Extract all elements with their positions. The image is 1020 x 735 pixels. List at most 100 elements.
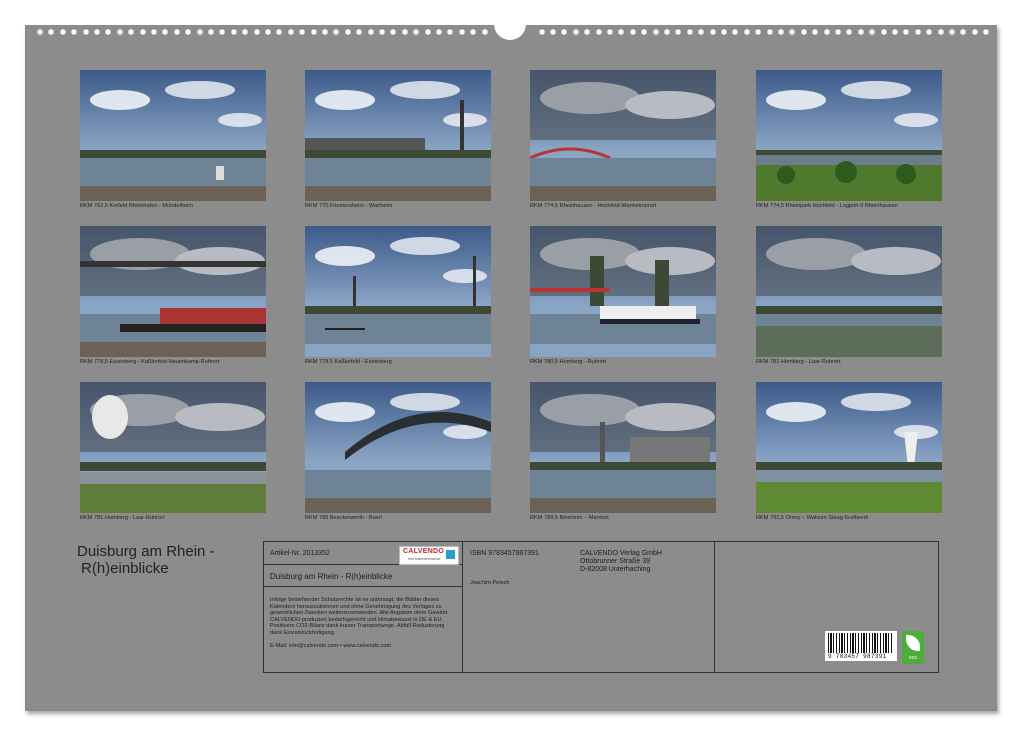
calvendo-logo: CALVENDO Ihre Kalendermacher: [399, 546, 459, 565]
binding-hole: [390, 29, 397, 35]
binding-hole: [230, 29, 237, 35]
binding-hole: [128, 29, 135, 35]
binding-hole: [322, 29, 328, 35]
publisher-city: D-82008 Unterhaching: [580, 566, 651, 573]
binding-hole: [436, 29, 442, 35]
barcode-number: 9 783457 987391: [828, 653, 887, 660]
binding-hole: [618, 29, 625, 35]
binding-hole: [208, 29, 214, 35]
binding-hole: [94, 29, 100, 35]
calendar-title-line-1: Duisburg am Rhein -: [77, 543, 215, 560]
binding-hole: [903, 29, 910, 35]
binding-hole: [960, 29, 967, 35]
binding-hole: [219, 29, 226, 35]
binding-hole: [71, 29, 78, 35]
isbn: ISBN 9783457987391: [470, 550, 539, 557]
eco-badge: eco: [902, 631, 924, 664]
binding-hole: [892, 29, 898, 35]
binding-hole: [185, 29, 192, 35]
binding-hole: [550, 29, 556, 35]
binding-hole: [869, 29, 876, 35]
publisher-street: Ottobrunner Straße 39: [580, 558, 651, 565]
binding-hole: [949, 29, 955, 35]
photo-caption: RKM 762,5 Krefeld Rheinhafen - Mündelhei…: [80, 203, 193, 209]
eco-label: eco: [908, 655, 918, 661]
binding-hole: [914, 29, 921, 35]
legal-text: Infolge bestehender Schutzrechte ist es …: [270, 597, 449, 636]
photo-caption: RKM 785 Beeckerwerth - Baerl: [305, 515, 383, 521]
binding-hole: [778, 29, 784, 35]
binding-hole: [664, 29, 670, 35]
binding-hole: [265, 29, 271, 35]
binding-hole: [721, 29, 727, 35]
binding-hole: [926, 29, 933, 35]
binding-hole: [401, 29, 408, 35]
binding-hole: [937, 29, 944, 35]
logo-text: CALVENDO: [403, 548, 445, 555]
calendar-photo: [756, 70, 942, 201]
calendar-photo: [530, 70, 716, 201]
calendar-title-line-2: R(h)einblicke: [81, 560, 169, 577]
binding-hole: [356, 29, 363, 35]
author: Joachim Petsch: [470, 580, 510, 586]
binding-hole: [584, 29, 591, 35]
binding-hole: [561, 29, 568, 35]
binding-hole: [447, 29, 454, 35]
calendar-title: Duisburg am Rhein - R(h)einblicke: [77, 543, 277, 577]
binding-hole: [857, 29, 864, 35]
binding-hole: [242, 29, 249, 35]
logo-flag-icon: [446, 550, 455, 559]
binding-hole: [686, 29, 693, 35]
binding-hole: [173, 29, 180, 35]
binding-hole: [812, 29, 819, 35]
binding-hole: [379, 29, 385, 35]
calendar-photo: [530, 382, 716, 513]
binding-hole: [470, 29, 477, 35]
photo-caption: RKM 780,5 Homberg - Ruhrort: [530, 359, 607, 365]
hanger-notch: [494, 22, 526, 40]
binding-hole: [800, 29, 807, 35]
binding-hole: [37, 29, 43, 35]
binding-hole: [310, 29, 317, 35]
binding-hole: [299, 29, 306, 35]
binding-hole: [675, 29, 682, 35]
binding-hole: [732, 29, 739, 35]
calendar-photo: [305, 70, 491, 201]
binding-hole: [755, 29, 762, 35]
binding-hole: [709, 29, 716, 35]
binding-hole: [276, 29, 283, 35]
binding-hole: [413, 29, 420, 35]
photo-caption: RKM 774,5 Rheinhausen - Hochfeld-Wanheim…: [530, 203, 657, 209]
leaf-icon: [906, 635, 920, 651]
photo-caption: RKM 792,5 Orsoy – Walsum Steag-Kraftwerk: [756, 515, 869, 521]
photo-caption: RKM 774,5 Rheinpark Hochfeld - Logport I…: [756, 203, 898, 209]
binding-hole: [538, 29, 545, 35]
binding-hole: [196, 29, 203, 35]
photo-caption: RKM 788,5 Binsheim – Marxloh: [530, 515, 609, 521]
binding-hole: [253, 29, 260, 35]
calendar-photo: [756, 382, 942, 513]
binding-hole: [59, 29, 66, 35]
binding-hole: [983, 29, 990, 35]
binding-hole: [743, 29, 750, 35]
calendar-back-page: RKM 762,5 Krefeld Rheinhafen - Mündelhei…: [25, 22, 997, 711]
binding-hole: [789, 29, 796, 35]
binding-hole: [162, 29, 169, 35]
publisher-name: CALVENDO Verlag GmbH: [580, 550, 662, 557]
binding-hole: [458, 29, 465, 35]
binding-hole: [481, 29, 488, 35]
photo-caption: RKM 778,5 Essenberg - Kaßlerfeld-Neuenka…: [80, 359, 220, 365]
binding-hole: [424, 29, 431, 35]
binding-hole: [880, 29, 887, 35]
binding-hole: [835, 29, 841, 35]
calendar-photo: [756, 226, 942, 357]
calendar-photo: [80, 226, 266, 357]
binding-hole: [572, 29, 579, 35]
binding-hole: [82, 29, 89, 35]
calendar-photo: [530, 226, 716, 357]
calendar-photo: [305, 382, 491, 513]
binding-hole: [766, 29, 773, 35]
binding-hole: [823, 29, 830, 35]
binding-hole: [595, 29, 602, 35]
barcode-bars: [828, 633, 894, 653]
